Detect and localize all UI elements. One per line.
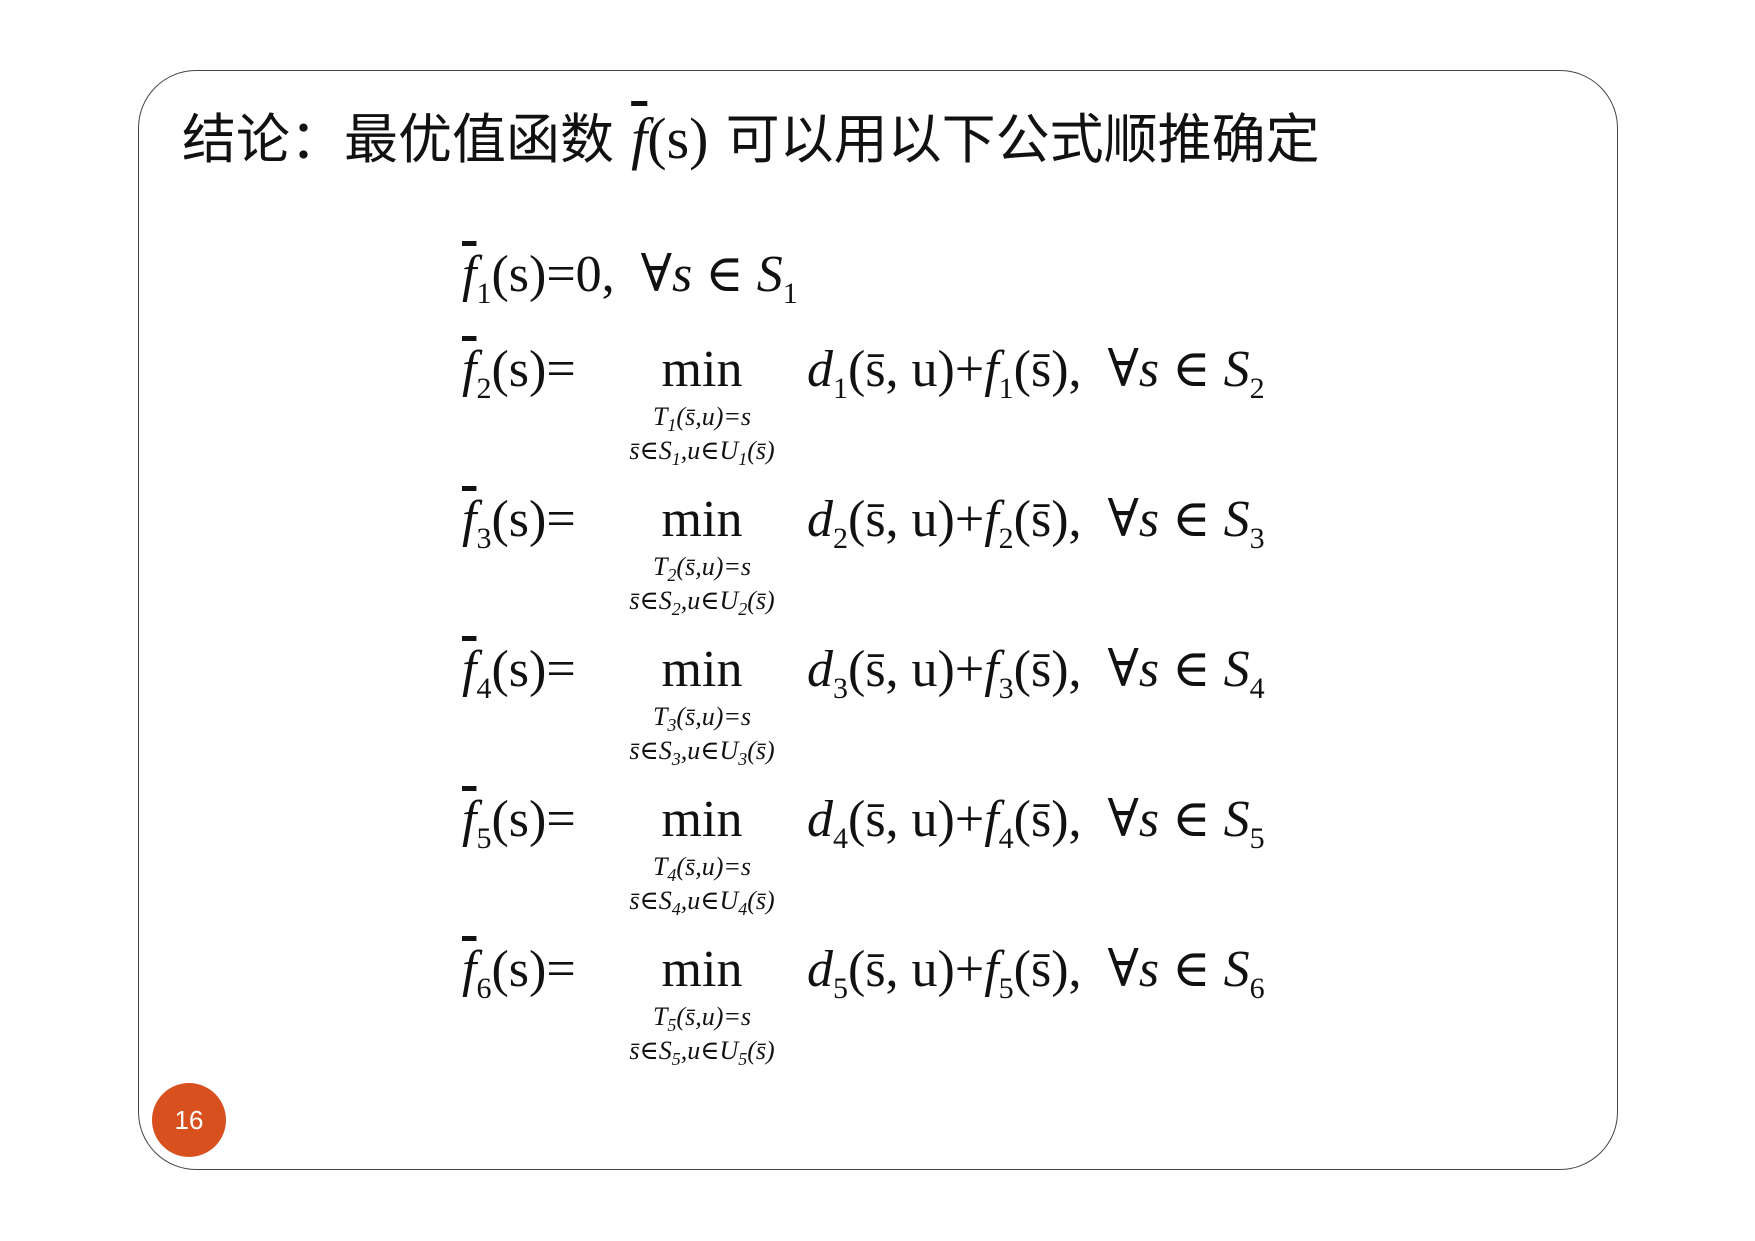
min-operator: min T3(s̄,u)=s s̄∈S3,u∈U3(s̄) <box>602 640 802 768</box>
formula-rhs: d5(s̄, u)+f5(s̄), ∀s ∈ S6 <box>807 941 1265 1005</box>
title-f-symbol: f <box>631 106 648 171</box>
min-condition-top: T2(s̄,u)=s <box>652 552 752 585</box>
min-condition-bottom: s̄∈S4,u∈U4(s̄) <box>629 886 775 919</box>
min-condition-bottom: s̄∈S3,u∈U3(s̄) <box>629 736 775 769</box>
min-condition-bottom: s̄∈S5,u∈U5(s̄) <box>629 1036 775 1069</box>
formula-rhs: d1(s̄, u)+f1(s̄), ∀s ∈ S2 <box>807 341 1265 405</box>
title-f-arg: (s) <box>647 106 709 171</box>
min-condition-top: T5(s̄,u)=s <box>652 1002 752 1035</box>
formula-rhs: d3(s̄, u)+f3(s̄), ∀s ∈ S4 <box>807 641 1265 705</box>
title-prefix: 结论：最优值函数 <box>182 108 614 171</box>
formula-lhs: f4(s)= <box>462 641 576 705</box>
min-condition-top: T1(s̄,u)=s <box>652 402 752 435</box>
formula-lhs: f3(s)= <box>462 491 576 555</box>
min-condition-bottom: s̄∈S1,u∈U1(s̄) <box>629 436 775 469</box>
min-operator: min T1(s̄,u)=s s̄∈S1,u∈U1(s̄) <box>602 340 802 468</box>
formula-lhs: f1(s)=0, ∀s ∈ S1 <box>462 246 798 310</box>
formula-lhs: f2(s)= <box>462 341 576 405</box>
formula-lhs: f5(s)= <box>462 791 576 855</box>
min-condition-top: T4(s̄,u)=s <box>652 852 752 885</box>
min-condition-bottom: s̄∈S2,u∈U2(s̄) <box>629 586 775 619</box>
min-operator: min T4(s̄,u)=s s̄∈S4,u∈U4(s̄) <box>602 790 802 918</box>
formula-lhs: f6(s)= <box>462 941 576 1005</box>
min-condition-top: T3(s̄,u)=s <box>652 702 752 735</box>
title-suffix: 可以用以下公式顺推确定 <box>725 108 1320 171</box>
slide-frame <box>138 70 1618 1170</box>
formula-rhs: d4(s̄, u)+f4(s̄), ∀s ∈ S5 <box>807 791 1265 855</box>
min-operator: min T2(s̄,u)=s s̄∈S2,u∈U2(s̄) <box>602 490 802 618</box>
page-number-badge: 16 <box>152 1083 226 1157</box>
formula-rhs: d2(s̄, u)+f2(s̄), ∀s ∈ S3 <box>807 491 1265 555</box>
slide-title: 结论：最优值函数 f(s) 可以用以下公式顺推确定 <box>182 104 1320 175</box>
min-operator: min T5(s̄,u)=s s̄∈S5,u∈U5(s̄) <box>602 940 802 1068</box>
